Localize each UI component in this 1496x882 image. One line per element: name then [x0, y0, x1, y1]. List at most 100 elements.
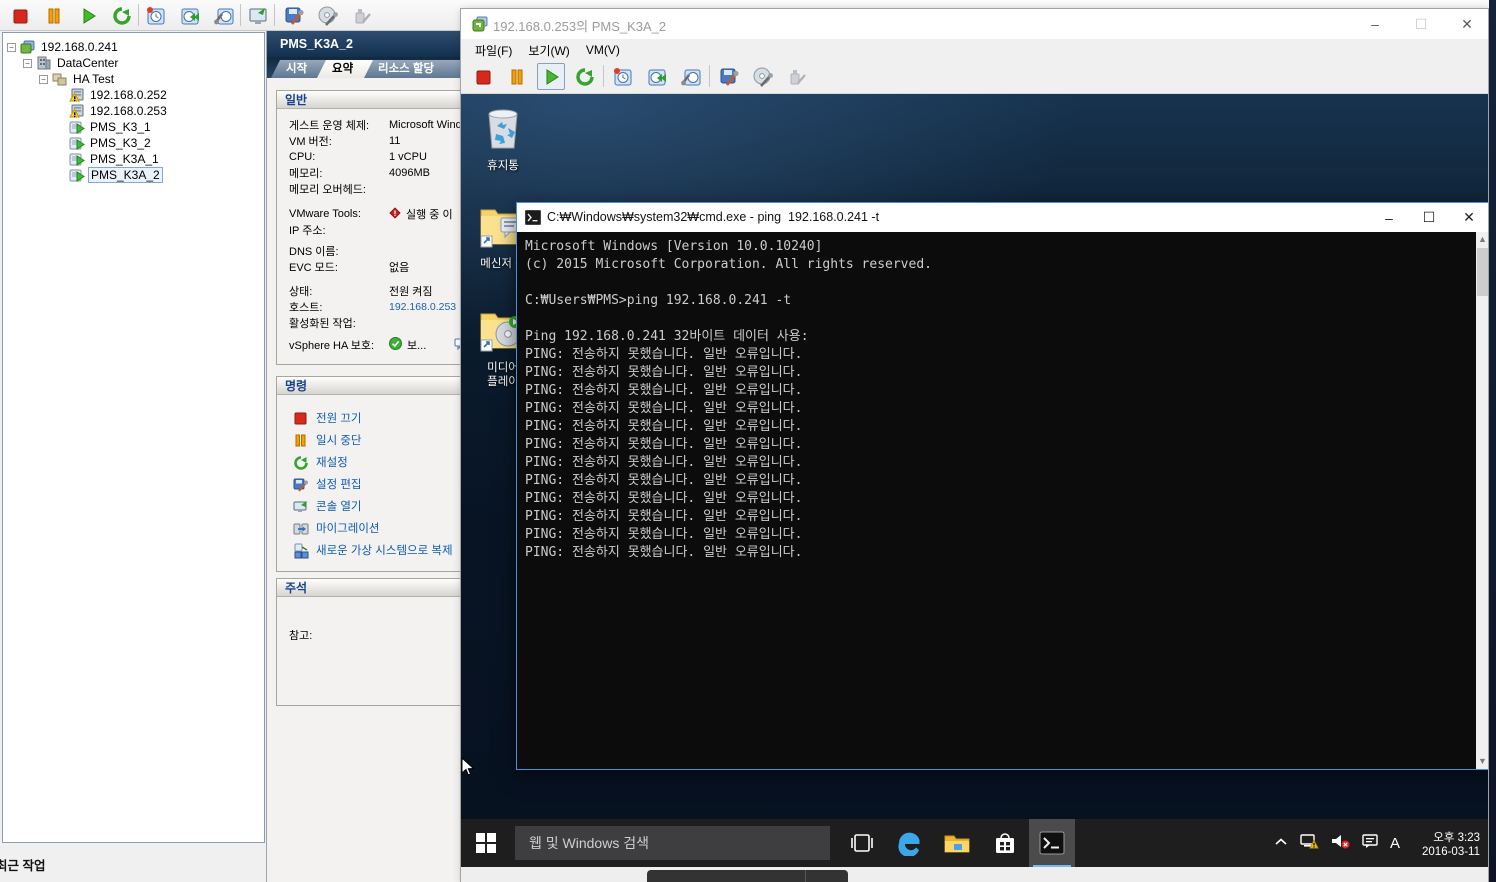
start-button[interactable]: [461, 819, 511, 867]
cmd-taskbar-button[interactable]: [1029, 819, 1075, 867]
console-titlebar[interactable]: 192.168.0.253의 PMS_K3A_2 – ☐ ✕: [461, 9, 1488, 39]
tree-item-label[interactable]: 192.168.0.252: [88, 88, 169, 102]
edge-button[interactable]: [885, 819, 933, 867]
general-row-host: 호스트: 192.168.0.253: [289, 301, 457, 314]
cmd-window[interactable]: C:₩Windows₩system32₩cmd.exe - ping 192.1…: [516, 202, 1488, 770]
scrollbar-thumb[interactable]: [1477, 248, 1488, 296]
mouse-cursor: [461, 756, 475, 782]
tree-item-host-252[interactable]: 192.168.0.252: [69, 87, 169, 103]
stop-button[interactable]: [6, 2, 34, 29]
tab-summary[interactable]: 요약: [317, 60, 373, 78]
tree-item-label[interactable]: PMS_K3_1: [88, 120, 153, 134]
menu-file[interactable]: 파일(F): [467, 42, 520, 59]
tree-item-label[interactable]: PMS_K3A_1: [88, 152, 161, 166]
store-button[interactable]: [981, 819, 1029, 867]
network-warning-icon[interactable]: [1299, 833, 1319, 854]
cmd-maximize-button[interactable]: ☐: [1409, 203, 1449, 232]
tree-item-vm-pms-k3a-2[interactable]: PMS_K3A_2: [69, 167, 163, 183]
snapshot-revert-button[interactable]: [176, 2, 204, 29]
console-close-button[interactable]: ✕: [1446, 9, 1488, 39]
snapshot-revert-button[interactable]: [643, 63, 671, 90]
vm-screen[interactable]: 휴지통 메신저 선 미디어 플레이 C:₩Windows₩system32₩cm…: [461, 94, 1488, 867]
tree-item-label[interactable]: 192.168.0.241: [39, 40, 120, 54]
taskbar-preview-tooltip: [647, 870, 848, 882]
tree-item-label[interactable]: 192.168.0.253: [88, 104, 169, 118]
command-suspend[interactable]: 일시 중단: [293, 431, 362, 449]
cmd-line: Microsoft Windows [Version 10.0.10240]: [525, 239, 823, 254]
pause-button[interactable]: [40, 2, 68, 29]
reset-button[interactable]: [571, 63, 599, 90]
play-button[interactable]: [74, 2, 102, 29]
cmd-titlebar[interactable]: C:₩Windows₩system32₩cmd.exe - ping 192.1…: [517, 203, 1488, 232]
toolbar-separator: [240, 4, 241, 26]
action-center-icon[interactable]: [1361, 833, 1379, 854]
command-open-console[interactable]: 콘솔 열기: [293, 497, 362, 515]
snapshot-manager-button[interactable]: [677, 63, 705, 90]
system-tray: A: [1274, 819, 1400, 867]
cd-drive-button[interactable]: [749, 63, 777, 90]
snapshot-manager-button[interactable]: [210, 2, 238, 29]
usb-device-button[interactable]: [783, 63, 811, 90]
file-explorer-button[interactable]: [933, 819, 981, 867]
snapshot-take-button[interactable]: [609, 63, 637, 90]
volume-muted-icon[interactable]: [1330, 833, 1350, 854]
windows-logo-icon: [476, 833, 496, 853]
command-edit-settings[interactable]: 설정 편집: [293, 475, 362, 493]
command-clone[interactable]: 새로운 가상 시스템으로 복제: [293, 541, 453, 559]
tree-item-label[interactable]: DataCenter: [55, 56, 120, 70]
play-button-active[interactable]: [537, 63, 565, 90]
collapse-icon[interactable]: −: [23, 58, 32, 68]
ime-indicator[interactable]: A: [1390, 835, 1400, 852]
edit-settings-button[interactable]: [280, 2, 308, 29]
cmd-ping-error: PING: 전송하지 못했습니다. 일반 오류입니다.: [525, 509, 803, 524]
tree-item-host-253[interactable]: 192.168.0.253: [69, 103, 169, 119]
menu-vm[interactable]: VM(V): [578, 43, 628, 57]
tree-item-label-selected[interactable]: PMS_K3A_2: [88, 167, 163, 183]
file-explorer-icon: [944, 835, 970, 853]
scroll-up-arrow[interactable]: ▲: [1476, 232, 1488, 247]
scroll-down-arrow[interactable]: ▼: [1476, 754, 1488, 769]
tree-item-cluster[interactable]: − HA Test: [39, 71, 116, 87]
edit-settings-button[interactable]: [715, 63, 743, 90]
tree-item-vm-pms-k3-1[interactable]: PMS_K3_1: [69, 119, 153, 135]
open-console-button[interactable]: [244, 2, 272, 29]
vm-powered-on-icon: [69, 152, 85, 166]
usb-device-button[interactable]: [348, 2, 376, 29]
tree-item-vm-pms-k3a-1[interactable]: PMS_K3A_1: [69, 151, 161, 167]
console-minimize-button[interactable]: –: [1354, 9, 1396, 39]
cmd-ping-header: Ping 192.168.0.241 32바이트 데이터 사용:: [525, 329, 809, 344]
pause-icon: [293, 433, 309, 448]
tree-item-label[interactable]: PMS_K3_2: [88, 136, 153, 150]
cmd-line: [525, 310, 1476, 328]
clock-time: 오후 3:23: [1433, 831, 1480, 844]
taskbar-search-box[interactable]: 웹 및 Windows 검색: [515, 826, 830, 860]
console-toolbar: [461, 61, 1488, 94]
tree-item-label[interactable]: HA Test: [71, 72, 116, 86]
command-migrate[interactable]: 마이그레이션: [293, 519, 379, 537]
cmd-output[interactable]: Microsoft Windows [Version 10.0.10240] (…: [517, 232, 1476, 769]
tree-item-vm-pms-k3-2[interactable]: PMS_K3_2: [69, 135, 153, 151]
task-view-button[interactable]: [839, 819, 885, 867]
tab-resource-allocation[interactable]: 리소스 할당: [363, 60, 467, 78]
cmd-scrollbar[interactable]: ▲ ▼: [1476, 232, 1488, 769]
menu-view[interactable]: 보기(W): [520, 42, 577, 59]
collapse-icon[interactable]: −: [39, 74, 48, 84]
snapshot-take-button[interactable]: [142, 2, 170, 29]
pause-button[interactable]: [503, 63, 531, 90]
collapse-icon[interactable]: −: [7, 42, 16, 52]
command-reset[interactable]: 재설정: [293, 453, 348, 471]
host-link[interactable]: 192.168.0.253: [389, 301, 456, 313]
command-power-off[interactable]: 전원 끄기: [293, 409, 362, 427]
tree-item-vcenter[interactable]: − 192.168.0.241: [7, 39, 120, 55]
tree-item-datacenter[interactable]: − DataCenter: [23, 55, 120, 71]
stop-button[interactable]: [469, 63, 497, 90]
console-maximize-button[interactable]: ☐: [1400, 9, 1442, 39]
desktop-icon-recycle-bin[interactable]: 휴지통: [467, 104, 539, 173]
cmd-minimize-button[interactable]: –: [1369, 203, 1409, 232]
cmd-close-button[interactable]: ✕: [1449, 203, 1488, 232]
clock-date: 2016-03-11: [1422, 845, 1480, 858]
taskbar-clock[interactable]: 오후 3:23 2016-03-11: [1404, 819, 1480, 867]
cd-drive-button[interactable]: [314, 2, 342, 29]
tray-chevron-icon[interactable]: [1274, 834, 1288, 852]
reset-button[interactable]: [108, 2, 136, 29]
